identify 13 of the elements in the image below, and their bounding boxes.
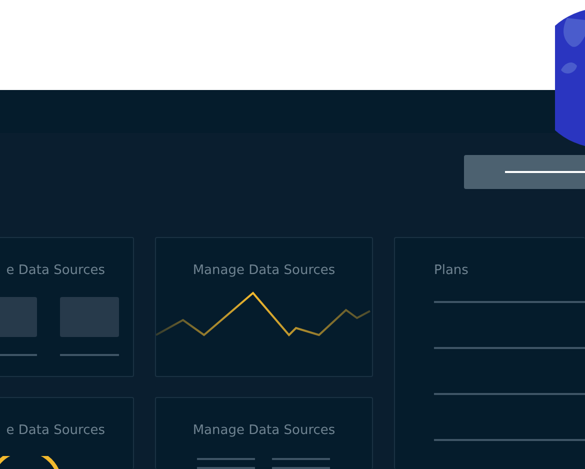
card-title: e Data Sources xyxy=(5,262,106,280)
card-title: Manage Data Sources xyxy=(192,422,336,440)
placeholder-line xyxy=(197,458,255,460)
tile xyxy=(60,296,119,336)
card-title: e Data Sources xyxy=(5,422,106,440)
placeholder-line xyxy=(60,354,119,356)
toolbar-button[interactable] xyxy=(464,155,585,189)
card-title: Plans xyxy=(434,262,470,280)
gauge-ring xyxy=(0,456,59,469)
card-title: Manage Data Sources xyxy=(192,262,336,280)
placeholder-line xyxy=(272,466,330,468)
placeholder-line xyxy=(272,458,330,460)
placeholder-line xyxy=(197,466,255,468)
